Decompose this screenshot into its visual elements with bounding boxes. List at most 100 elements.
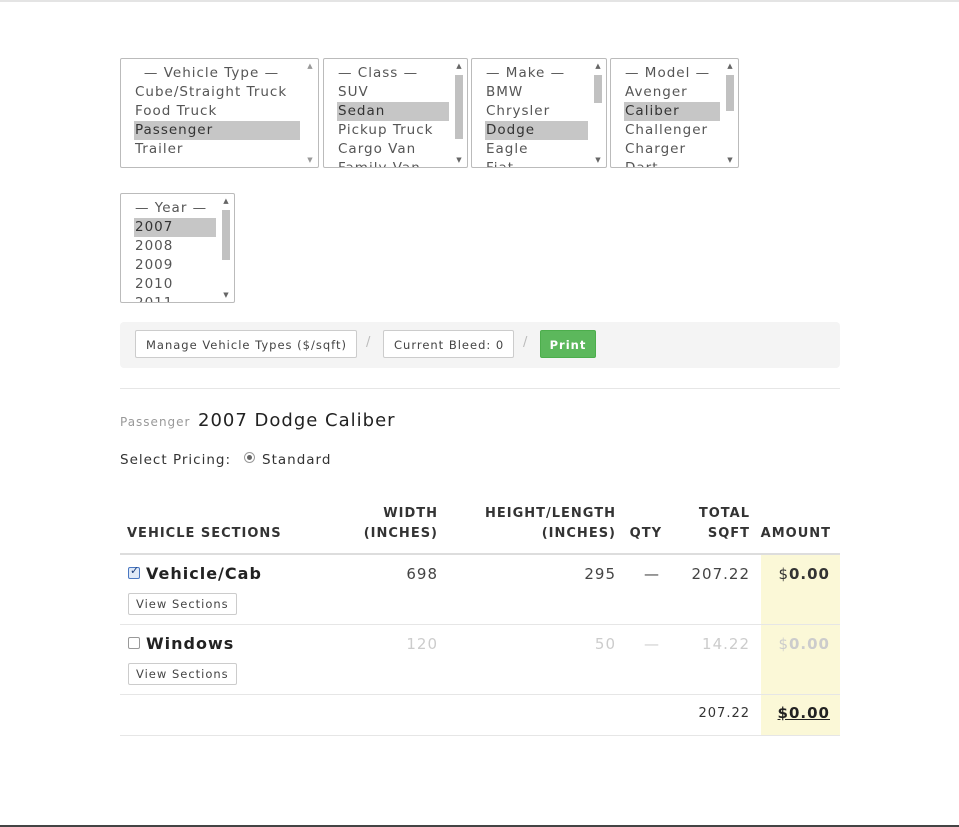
height-value: 295 (584, 565, 616, 583)
year-option[interactable]: 2010 (134, 275, 216, 294)
current-bleed-button[interactable]: Current Bleed: 0 (383, 330, 514, 358)
class-option[interactable]: SUV (337, 83, 449, 102)
vehicle-cab-checkbox[interactable] (128, 564, 140, 579)
height-value: 50 (594, 635, 616, 653)
width-value: 698 (406, 565, 438, 583)
qty-value: — (644, 635, 660, 653)
width-value: 120 (406, 635, 438, 653)
column-header-qty: QTY (629, 526, 662, 541)
scrollbar-thumb[interactable] (594, 75, 602, 103)
windows-checkbox[interactable] (128, 637, 140, 649)
vehicle-type-scrollbar[interactable]: ▲ ▼ (304, 61, 316, 165)
scrollbar-thumb[interactable] (455, 75, 463, 139)
model-option-selected[interactable]: Caliber (624, 102, 720, 121)
scroll-down-icon[interactable]: ▼ (220, 290, 232, 300)
year-option-selected[interactable]: 2007 (134, 218, 216, 237)
class-option[interactable]: Pickup Truck (337, 121, 449, 140)
vehicle-type-option-placeholder[interactable]: — Vehicle Type — (122, 64, 300, 83)
class-option-selected[interactable]: Sedan (337, 102, 449, 121)
column-header-sections: VEHICLE SECTIONS (127, 526, 282, 541)
column-header-height: HEIGHT/LENGTH (INCHES) (470, 504, 616, 544)
class-option[interactable]: Family Van (337, 159, 449, 167)
toolbar-separator: / (523, 335, 528, 350)
section-name: Windows (146, 634, 235, 653)
pricing-option-label[interactable]: Standard (262, 452, 331, 468)
model-option[interactable]: Charger (624, 140, 720, 159)
vehicle-type-option[interactable]: Food Truck (134, 102, 300, 121)
column-header-height-line1: HEIGHT/LENGTH (485, 506, 616, 521)
divider (120, 388, 840, 389)
column-header-height-line2: (INCHES) (541, 526, 616, 541)
vehicle-type-option-selected[interactable]: Passenger (134, 121, 300, 140)
make-scrollbar[interactable]: ▲ ▼ (592, 61, 604, 165)
scroll-down-icon[interactable]: ▼ (592, 155, 604, 165)
row-divider (120, 624, 840, 625)
year-option-placeholder[interactable]: — Year — (134, 199, 216, 218)
total-sqft: 207.22 (698, 706, 750, 721)
amount-value: $0.00 (762, 565, 830, 583)
scroll-up-icon[interactable]: ▲ (304, 61, 316, 71)
action-toolbar: Manage Vehicle Types ($/sqft) / Current … (120, 322, 840, 368)
sqft-value: 207.22 (691, 565, 750, 583)
scroll-down-icon[interactable]: ▼ (304, 155, 316, 165)
make-option-placeholder[interactable]: — Make — (485, 64, 588, 83)
qty-value: — (644, 565, 660, 583)
print-button[interactable]: Print (540, 330, 596, 358)
model-option[interactable]: Challenger (624, 121, 720, 140)
manage-vehicle-types-button[interactable]: Manage Vehicle Types ($/sqft) (135, 330, 357, 358)
model-option-placeholder[interactable]: — Model — (624, 64, 720, 83)
year-scrollbar[interactable]: ▲ ▼ (220, 196, 232, 300)
column-header-width: WIDTH (INCHES) (340, 504, 438, 544)
currency-symbol: $ (778, 565, 789, 583)
view-sections-button[interactable]: View Sections (128, 663, 237, 685)
class-scrollbar[interactable]: ▲ ▼ (453, 61, 465, 165)
amount-number: 0.00 (788, 565, 830, 583)
model-option[interactable]: Dart (624, 159, 720, 167)
year-option[interactable]: 2011 (134, 294, 216, 302)
row-divider (120, 694, 840, 695)
year-option[interactable]: 2009 (134, 256, 216, 275)
column-header-width-line1: WIDTH (383, 506, 438, 521)
class-option[interactable]: Cargo Van (337, 140, 449, 159)
pricing-radio-standard[interactable] (244, 452, 255, 463)
year-option[interactable]: 2008 (134, 237, 216, 256)
amount-value: $0.00 (762, 635, 830, 653)
scroll-up-icon[interactable]: ▲ (453, 61, 465, 71)
make-option[interactable]: Fiat (485, 159, 588, 167)
scrollbar-thumb[interactable] (726, 75, 734, 111)
column-header-amount: AMOUNT (760, 526, 831, 541)
year-select[interactable]: — Year — 2007 2008 2009 2010 2011 ▲ ▼ (120, 193, 235, 303)
scroll-up-icon[interactable]: ▲ (592, 61, 604, 71)
vehicle-title: 2007 Dodge Caliber (198, 410, 396, 431)
table-header-divider (120, 553, 840, 555)
class-option-placeholder[interactable]: — Class — (337, 64, 449, 83)
section-name: Vehicle/Cab (146, 564, 262, 583)
model-scrollbar[interactable]: ▲ ▼ (724, 61, 736, 165)
sqft-value: 14.22 (702, 635, 750, 653)
vehicle-category: Passenger (120, 415, 191, 429)
view-sections-button[interactable]: View Sections (128, 593, 237, 615)
toolbar-separator: / (366, 335, 371, 350)
pricing-label: Select Pricing: (120, 452, 231, 468)
scrollbar-thumb[interactable] (222, 210, 230, 260)
scroll-up-icon[interactable]: ▲ (220, 196, 232, 206)
model-select[interactable]: — Model — Avenger Caliber Challenger Cha… (610, 58, 739, 168)
model-option[interactable]: Avenger (624, 83, 720, 102)
make-option[interactable]: BMW (485, 83, 588, 102)
class-select[interactable]: — Class — SUV Sedan Pickup Truck Cargo V… (323, 58, 468, 168)
vehicle-type-option[interactable]: Trailer (134, 140, 300, 159)
scroll-down-icon[interactable]: ▼ (724, 155, 736, 165)
make-option-selected[interactable]: Dodge (485, 121, 588, 140)
currency-symbol: $ (778, 635, 789, 653)
column-header-sqft-line1: TOTAL (698, 506, 750, 521)
vehicle-type-option[interactable]: Cube/Straight Truck (134, 83, 300, 102)
scroll-down-icon[interactable]: ▼ (453, 155, 465, 165)
make-option[interactable]: Eagle (485, 140, 588, 159)
scroll-up-icon[interactable]: ▲ (724, 61, 736, 71)
make-select[interactable]: — Make — BMW Chrysler Dodge Eagle Fiat ▲… (471, 58, 607, 168)
column-header-sqft: TOTAL SQFT (680, 504, 750, 544)
top-border (0, 0, 959, 2)
make-option[interactable]: Chrysler (485, 102, 588, 121)
vehicle-type-select[interactable]: — Vehicle Type — Cube/Straight Truck Foo… (120, 58, 319, 168)
total-amount: $0.00 (777, 704, 830, 722)
